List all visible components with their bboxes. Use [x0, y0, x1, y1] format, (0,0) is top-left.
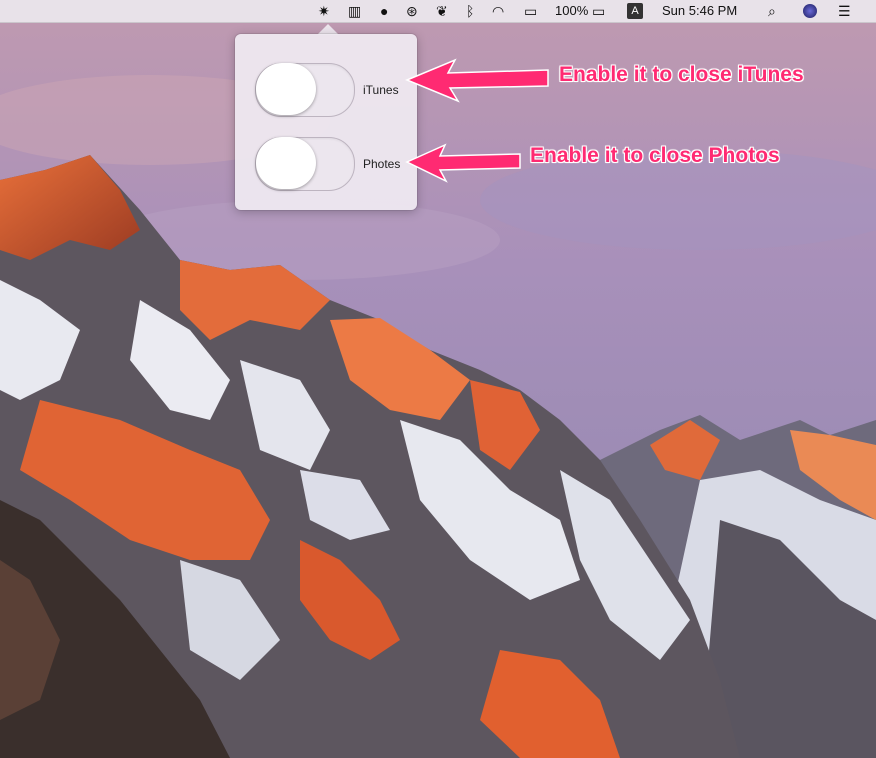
- battery-percent: 100%: [555, 3, 589, 18]
- mountain-illustration: [0, 0, 876, 758]
- clock[interactable]: Sun 5:46 PM: [662, 0, 737, 22]
- itunes-toggle-label: iTunes: [363, 83, 399, 97]
- itunes-toggle-row: iTunes: [255, 63, 415, 117]
- wifi-icon[interactable]: ◠: [492, 0, 504, 22]
- photos-toggle-row: Photes: [255, 137, 415, 191]
- toggle-knob: [256, 137, 316, 189]
- itunes-toggle[interactable]: [255, 63, 355, 117]
- siri-icon[interactable]: [803, 4, 817, 18]
- paw-icon[interactable]: ❦: [436, 0, 448, 22]
- toggle-knob: [256, 63, 316, 115]
- battery-icon[interactable]: ▭: [592, 0, 605, 22]
- toggle-popover: iTunes Photes: [235, 34, 417, 210]
- app-icon[interactable]: ✷: [318, 0, 330, 22]
- menu-bar: ✷ ▥ ● ⊛ ❦ ᛒ ◠ ▭ 100% ▭ A Sun 5:46 PM ⌕ ☰: [0, 0, 876, 23]
- airplay-icon[interactable]: ▭: [524, 0, 537, 22]
- photos-toggle-label: Photes: [363, 157, 401, 171]
- input-source-icon[interactable]: A: [627, 3, 643, 19]
- spotlight-icon[interactable]: ⌕: [768, 0, 776, 22]
- bluetooth-icon[interactable]: ᛒ: [466, 0, 474, 22]
- photos-annotation: Enable it to close Photos: [530, 144, 780, 167]
- photos-toggle[interactable]: [255, 137, 355, 191]
- desktop-wallpaper: [0, 0, 876, 758]
- sync-icon[interactable]: ⊛: [406, 0, 418, 22]
- notification-icon[interactable]: ●: [380, 0, 388, 22]
- printer-icon[interactable]: ▥: [348, 0, 361, 22]
- notification-center-icon[interactable]: ☰: [838, 0, 851, 22]
- itunes-annotation: Enable it to close iTunes: [559, 63, 804, 86]
